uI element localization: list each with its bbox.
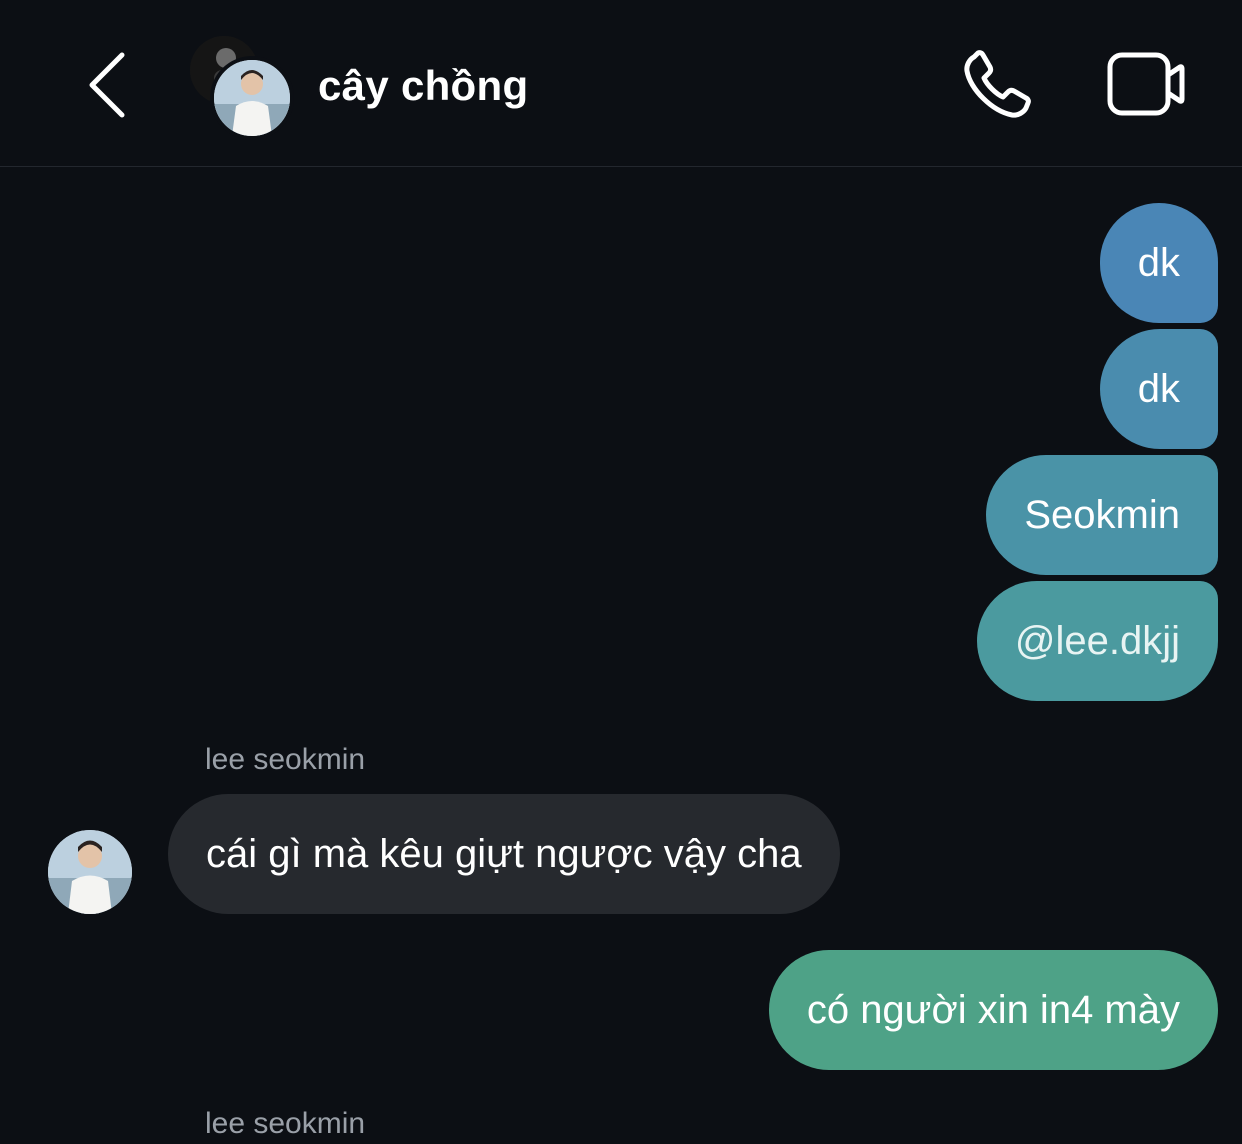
- incoming-message[interactable]: cái gì mà kêu giựt ngược vậy cha: [168, 794, 840, 914]
- outgoing-message[interactable]: dk: [1099, 329, 1218, 449]
- voice-call-button[interactable]: [958, 45, 1040, 125]
- group-avatar[interactable]: [190, 36, 295, 140]
- video-call-button[interactable]: [1100, 45, 1192, 125]
- chat-header: cây chồng: [0, 0, 1242, 167]
- chat-title[interactable]: cây chồng: [318, 58, 528, 114]
- back-button[interactable]: [80, 45, 140, 125]
- sender-avatar[interactable]: [48, 830, 132, 914]
- avatar-primary: [210, 56, 294, 140]
- sender-name: lee seokmin: [205, 1107, 366, 1140]
- sender-name: lee seokmin: [205, 743, 366, 776]
- phone-icon: [964, 50, 1031, 118]
- outgoing-message[interactable]: Seokmin: [986, 455, 1218, 575]
- outgoing-message[interactable]: dk: [1099, 203, 1218, 323]
- outgoing-message-mention[interactable]: @lee.dkjj: [976, 581, 1218, 701]
- outgoing-message[interactable]: có người xin in4 mày: [768, 950, 1218, 1070]
- chevron-left-icon: [89, 52, 125, 118]
- video-camera-icon: [1107, 52, 1185, 116]
